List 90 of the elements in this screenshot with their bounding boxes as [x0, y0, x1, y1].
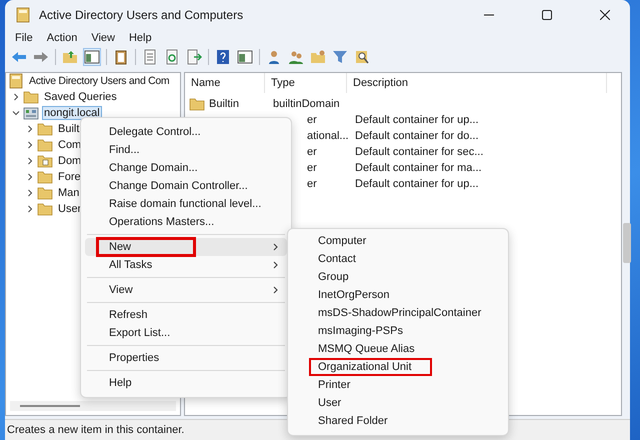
table-cell: Default container for sec... [355, 146, 484, 158]
folder-icon [37, 169, 53, 185]
menu-item[interactable]: Contact [292, 250, 504, 268]
folder-up-icon[interactable] [62, 49, 78, 65]
tree-pane-icon[interactable] [84, 49, 100, 65]
horizontal-scrollbar[interactable] [10, 401, 176, 411]
menu-item[interactable]: Organizational Unit [292, 358, 504, 376]
menu-item[interactable]: All Tasks [85, 256, 287, 274]
tree-item[interactable]: Man [56, 186, 82, 200]
maximize-icon [542, 10, 552, 20]
tree-item[interactable]: Built [56, 122, 82, 136]
menu-item[interactable]: InetOrgPerson [292, 286, 504, 304]
menu-item[interactable]: Change Domain Controller... [85, 177, 287, 195]
menu-item[interactable]: MSMQ Queue Alias [292, 340, 504, 358]
menu-item[interactable]: Shared Folder [292, 412, 504, 430]
column-header[interactable]: Description [347, 73, 607, 93]
expand-chevron-icon[interactable] [26, 205, 34, 213]
expand-chevron-icon[interactable] [26, 173, 34, 181]
table-cell: builtinDomain [273, 98, 340, 110]
menu-item[interactable]: Refresh [85, 306, 287, 324]
tree-item[interactable]: Active Directory Users and Com [27, 74, 172, 88]
highlight-frame: New [96, 237, 196, 257]
menu-item[interactable]: User [292, 394, 504, 412]
menu-item[interactable]: Help [85, 374, 287, 392]
menu-item[interactable]: Properties [85, 349, 287, 367]
table-cell: er [307, 146, 317, 158]
column-header[interactable]: Type [265, 73, 347, 93]
menu-item[interactable]: File [8, 32, 40, 44]
folder-icon [37, 153, 53, 169]
search-icon[interactable] [354, 49, 370, 65]
tree-item[interactable]: nongit.local [42, 106, 102, 120]
folder-icon [37, 185, 53, 201]
folder-icon [37, 137, 53, 153]
menu-item[interactable]: Change Domain... [85, 159, 287, 177]
window-icon[interactable] [237, 49, 253, 65]
app-icon [15, 6, 31, 22]
tree-item[interactable]: Dom [56, 154, 84, 168]
collapse-chevron-icon[interactable] [12, 109, 20, 117]
help-icon[interactable] [215, 49, 231, 65]
status-text: Creates a new item in this container. [7, 424, 184, 436]
refresh-icon[interactable] [164, 49, 180, 65]
expand-chevron-icon[interactable] [26, 125, 34, 133]
table-cell: er [307, 162, 317, 174]
menu-item[interactable]: Computer [292, 232, 504, 250]
tree-item[interactable]: User [56, 202, 84, 216]
forward-arrow-icon[interactable] [33, 49, 49, 65]
menu-item[interactable]: Raise domain functional level... [85, 195, 287, 213]
domain-icon [23, 105, 39, 121]
menu-item[interactable]: View [85, 281, 287, 299]
table-cell: ational... [307, 130, 349, 142]
tree-item[interactable]: Fore [56, 170, 83, 184]
table-cell: Builtin [209, 98, 239, 110]
table-cell: Default container for ma... [355, 162, 482, 174]
menu-item[interactable]: Export List... [85, 324, 287, 342]
filter-icon[interactable] [332, 49, 348, 65]
menu-item[interactable]: Action [40, 32, 84, 44]
menu-item[interactable]: Operations Masters... [85, 213, 287, 231]
menu-item[interactable]: New [85, 238, 287, 256]
table-cell: Default container for up... [355, 114, 479, 126]
expand-chevron-icon[interactable] [26, 157, 34, 165]
table-cell: Default container for up... [355, 178, 479, 190]
menu-item[interactable]: Group [292, 268, 504, 286]
users-icon[interactable] [288, 49, 304, 65]
vertical-scrollbar[interactable] [623, 223, 631, 263]
menu-item[interactable]: Printer [292, 376, 504, 394]
table-cell: er [307, 114, 317, 126]
menu-item[interactable]: msDS-ShadowPrincipalContainer [292, 304, 504, 322]
folder-icon [37, 121, 53, 137]
column-header[interactable]: Name [185, 73, 265, 93]
expand-chevron-icon[interactable] [26, 141, 34, 149]
folder-icon [37, 201, 53, 217]
close-icon [600, 10, 610, 20]
folder-icon [189, 96, 205, 112]
table-cell: er [307, 178, 317, 190]
highlight-frame: Organizational Unit [309, 358, 432, 376]
folder-icon [23, 89, 39, 105]
table-cell: Default container for do... [355, 130, 479, 142]
menu-item[interactable]: Help [122, 32, 159, 44]
menu-item[interactable]: Delegate Control... [85, 123, 287, 141]
document-icon[interactable] [142, 49, 158, 65]
window-title: Active Directory Users and Computers [39, 8, 244, 22]
expand-chevron-icon[interactable] [12, 93, 20, 101]
user-icon[interactable] [266, 49, 282, 65]
menu-item[interactable]: View [84, 32, 122, 44]
menu-item[interactable]: Find... [85, 141, 287, 159]
back-arrow-icon[interactable] [11, 49, 27, 65]
export-icon[interactable] [186, 49, 202, 65]
expand-chevron-icon[interactable] [26, 189, 34, 197]
menu-item[interactable]: msImaging-PSPs [292, 322, 504, 340]
tree-item[interactable]: Saved Queries [42, 90, 119, 104]
